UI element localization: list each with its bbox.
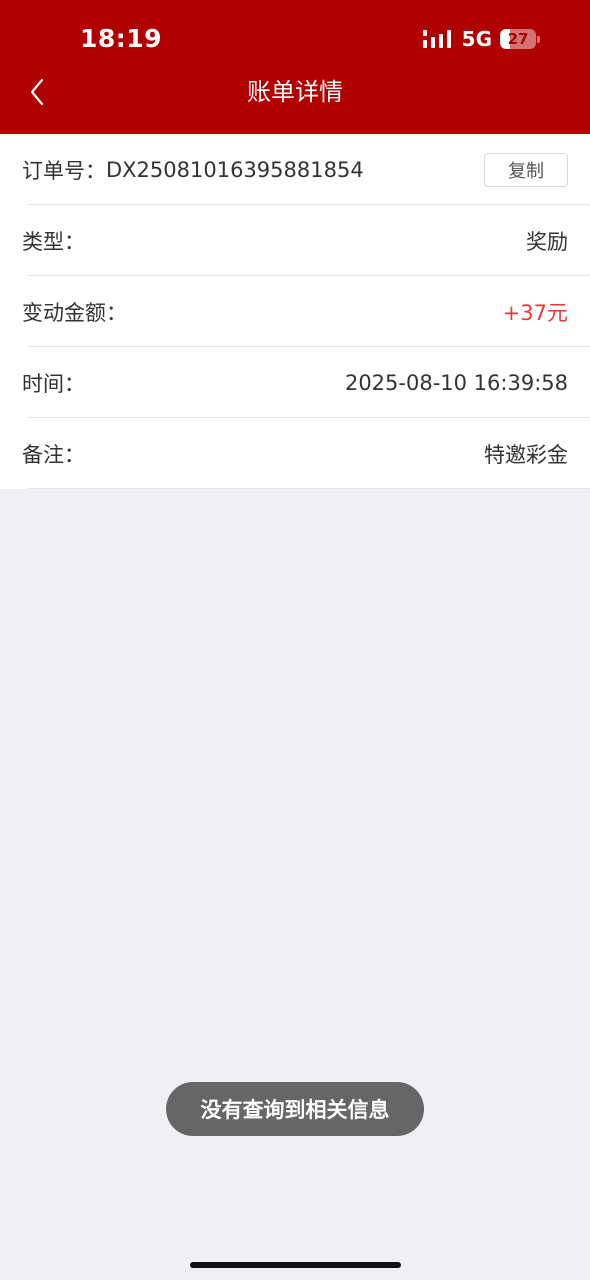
amount-value: +37元 — [502, 300, 568, 325]
remark-label: 备注： — [22, 442, 85, 467]
order-label: 订单号： — [22, 158, 106, 183]
signal-icon — [422, 30, 451, 48]
status-time: 18:19 — [80, 24, 163, 53]
header: 18:19 5G 27 账单详情 — [0, 0, 590, 134]
detail-row-time: 时间： 2025-08-10 16:39:58 — [0, 347, 590, 418]
type-value: 奖励 — [526, 229, 568, 254]
type-label: 类型： — [22, 229, 85, 254]
time-value: 2025-08-10 16:39:58 — [344, 370, 568, 395]
page-title: 账单详情 — [247, 78, 343, 106]
home-indicator[interactable] — [190, 1262, 401, 1268]
copy-button[interactable]: 复制 — [484, 152, 568, 187]
detail-row-type: 类型： 奖励 — [0, 205, 590, 276]
network-type: 5G — [461, 27, 492, 51]
bill-detail-card: 订单号： DX25081016395881854 复制 类型： 奖励 变动金额：… — [0, 134, 590, 489]
screen: 18:19 5G 27 账单详情 订单号： DX2508101639588185… — [0, 0, 590, 1280]
remark-value: 特邀彩金 — [484, 442, 568, 467]
detail-row-remark: 备注： 特邀彩金 — [0, 418, 590, 489]
amount-label: 变动金额： — [22, 300, 127, 325]
time-label: 时间： — [22, 371, 85, 396]
order-number: DX25081016395881854 — [106, 157, 364, 182]
detail-row-order: 订单号： DX25081016395881854 复制 — [0, 134, 590, 205]
battery-icon: 27 — [500, 28, 540, 50]
detail-row-amount: 变动金额： +37元 — [0, 276, 590, 347]
status-indicators: 5G 27 — [422, 27, 540, 51]
battery-level: 27 — [507, 30, 529, 48]
toast-message: 没有查询到相关信息 — [166, 1082, 424, 1136]
